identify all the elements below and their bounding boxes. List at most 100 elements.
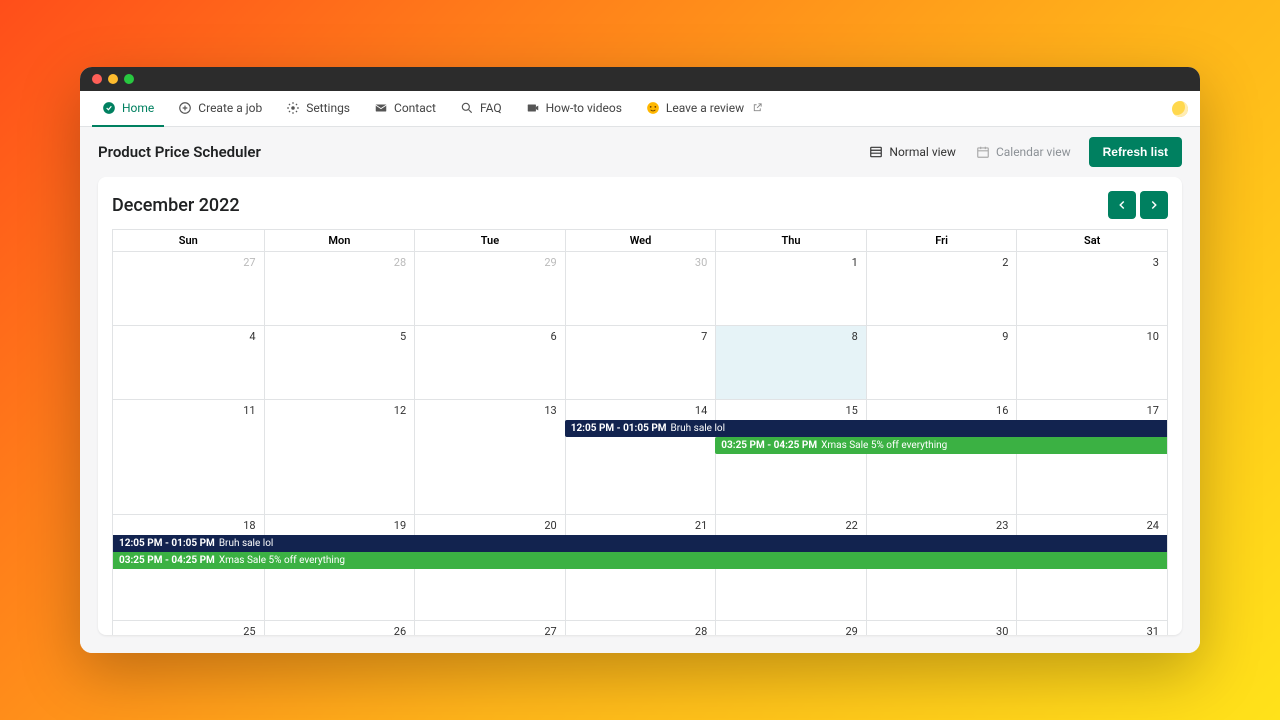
tab-home[interactable]: Home — [92, 91, 164, 127]
day-number: 20 — [544, 519, 556, 532]
refresh-list-button[interactable]: Refresh list — [1089, 137, 1182, 167]
day-number: 8 — [852, 330, 858, 343]
day-number: 4 — [249, 330, 255, 343]
day-number: 9 — [1002, 330, 1008, 343]
day-number: 7 — [701, 330, 707, 343]
calendar-week-row: 2728 29 30 1 2 3 — [113, 252, 1167, 326]
calendar-cell[interactable]: 9 — [866, 326, 1017, 399]
day-number: 2 — [1002, 256, 1008, 269]
tab-how-to-videos[interactable]: How-to videos — [516, 91, 632, 127]
dow-tue: Tue — [414, 230, 565, 251]
day-number: 29 — [845, 625, 857, 635]
calendar-cell[interactable]: 29 — [715, 621, 866, 635]
tab-contact[interactable]: Contact — [364, 91, 446, 127]
tab-faq[interactable]: FAQ — [450, 91, 512, 127]
day-number: 27 — [544, 625, 556, 635]
dow-fri: Fri — [866, 230, 1017, 251]
calendar-cell[interactable]: 5 — [264, 326, 415, 399]
calendar-week-row: 4 56 7 8 9 10 — [113, 326, 1167, 400]
calendar-cell[interactable]: 16 — [866, 400, 1017, 514]
calendar-cell[interactable]: 12 — [264, 400, 415, 514]
calendar-cell[interactable]: 27 — [113, 252, 264, 325]
tab-faq-label: FAQ — [480, 101, 502, 115]
calendar-cell[interactable]: 30 — [866, 621, 1017, 635]
search-icon — [460, 101, 474, 115]
event-time: 12:05 PM - 01:05 PM — [119, 538, 215, 549]
calendar-cell[interactable]: 3 — [1016, 252, 1167, 325]
calendar-cell[interactable]: 26 — [264, 621, 415, 635]
calendar-cell[interactable]: 15 — [715, 400, 866, 514]
calendar-event[interactable]: 12:05 PM - 01:05 PM Bruh sale lol — [113, 535, 1167, 552]
calendar-cell[interactable]: 30 — [565, 252, 716, 325]
calendar-week-row: 1819202122232412:05 PM - 01:05 PMBruh sa… — [113, 515, 1167, 621]
calendar-cell[interactable]: 1 — [715, 252, 866, 325]
calendar-cell[interactable]: 2 — [866, 252, 1017, 325]
moon-icon — [1172, 101, 1188, 117]
tab-settings-label: Settings — [306, 101, 350, 115]
minimize-window-button[interactable] — [108, 74, 118, 84]
tab-settings[interactable]: Settings — [276, 91, 360, 127]
window-titlebar — [80, 67, 1200, 91]
day-number: 3 — [1153, 256, 1159, 269]
page-title: Product Price Scheduler — [98, 143, 261, 161]
event-title: Xmas Sale 5% off everything — [219, 555, 345, 566]
calendar-cell[interactable]: 31 — [1016, 621, 1167, 635]
gear-icon — [286, 101, 300, 115]
day-number: 16 — [996, 404, 1008, 417]
close-window-button[interactable] — [92, 74, 102, 84]
calendar-card: December 2022 Sun Mon Tue Wed Thu Fri Sa… — [98, 177, 1182, 635]
theme-toggle[interactable] — [1172, 101, 1188, 117]
dow-sun: Sun — [113, 230, 264, 251]
tab-leave-review[interactable]: Leave a review — [636, 91, 774, 127]
calendar-cell[interactable]: 6 — [414, 326, 565, 399]
maximize-window-button[interactable] — [124, 74, 134, 84]
calendar-event[interactable]: 12:05 PM - 01:05 PMBruh sale lol — [565, 420, 1167, 437]
next-month-button[interactable] — [1140, 191, 1168, 219]
normal-view-label: Normal view — [889, 145, 956, 159]
calendar-grid: 27282930123456789101112131415161712:05 P… — [112, 252, 1168, 635]
day-number: 30 — [996, 625, 1008, 635]
event-title: Bruh sale lol — [671, 423, 726, 434]
calendar-cell[interactable]: 11 — [113, 400, 264, 514]
day-number: 22 — [845, 519, 857, 532]
day-number: 11 — [243, 404, 255, 417]
page-header: Product Price Scheduler Normal view Cale… — [80, 127, 1200, 177]
event-time: 03:25 PM - 04:25 PM — [721, 440, 817, 451]
day-number: 30 — [695, 256, 707, 269]
calendar-cell[interactable]: 13 — [414, 400, 565, 514]
tab-review-label: Leave a review — [666, 101, 744, 115]
day-number: 25 — [243, 625, 255, 635]
calendar-cell[interactable]: 8 — [715, 326, 866, 399]
day-number: 5 — [400, 330, 406, 343]
day-number: 19 — [394, 519, 406, 532]
home-icon — [102, 101, 116, 115]
calendar-view-label: Calendar view — [996, 145, 1071, 159]
tab-contact-label: Contact — [394, 101, 436, 115]
calendar-cell[interactable]: 27 — [414, 621, 565, 635]
calendar-cell[interactable]: 7 — [565, 326, 716, 399]
content-area: December 2022 Sun Mon Tue Wed Thu Fri Sa… — [80, 177, 1200, 653]
calendar-cell[interactable]: 28 — [264, 252, 415, 325]
day-number: 28 — [695, 625, 707, 635]
calendar-event[interactable]: 03:25 PM - 04:25 PMXmas Sale 5% off ever… — [715, 437, 1167, 454]
calendar-view-button[interactable]: Calendar view — [966, 139, 1081, 165]
normal-view-button[interactable]: Normal view — [859, 139, 966, 165]
calendar-cell[interactable]: 14 — [565, 400, 716, 514]
calendar-cell[interactable]: 4 — [113, 326, 264, 399]
calendar-cell[interactable]: 29 — [414, 252, 565, 325]
calendar-cell[interactable]: 10 — [1016, 326, 1167, 399]
calendar-cell[interactable]: 25 — [113, 621, 264, 635]
event-title: Bruh sale lol — [219, 538, 274, 549]
prev-month-button[interactable] — [1108, 191, 1136, 219]
calendar-cell[interactable]: 17 — [1016, 400, 1167, 514]
day-number: 13 — [544, 404, 556, 417]
day-of-week-header: Sun Mon Tue Wed Thu Fri Sat — [112, 229, 1168, 252]
calendar-event[interactable]: 03:25 PM - 04:25 PMXmas Sale 5% off ever… — [113, 552, 1167, 569]
day-number: 24 — [1147, 519, 1159, 532]
day-number: 10 — [1147, 330, 1159, 343]
day-number: 21 — [695, 519, 707, 532]
tab-create-job-label: Create a job — [198, 101, 262, 115]
tab-create-job[interactable]: Create a job — [168, 91, 272, 127]
day-number: 29 — [544, 256, 556, 269]
calendar-cell[interactable]: 28 — [565, 621, 716, 635]
